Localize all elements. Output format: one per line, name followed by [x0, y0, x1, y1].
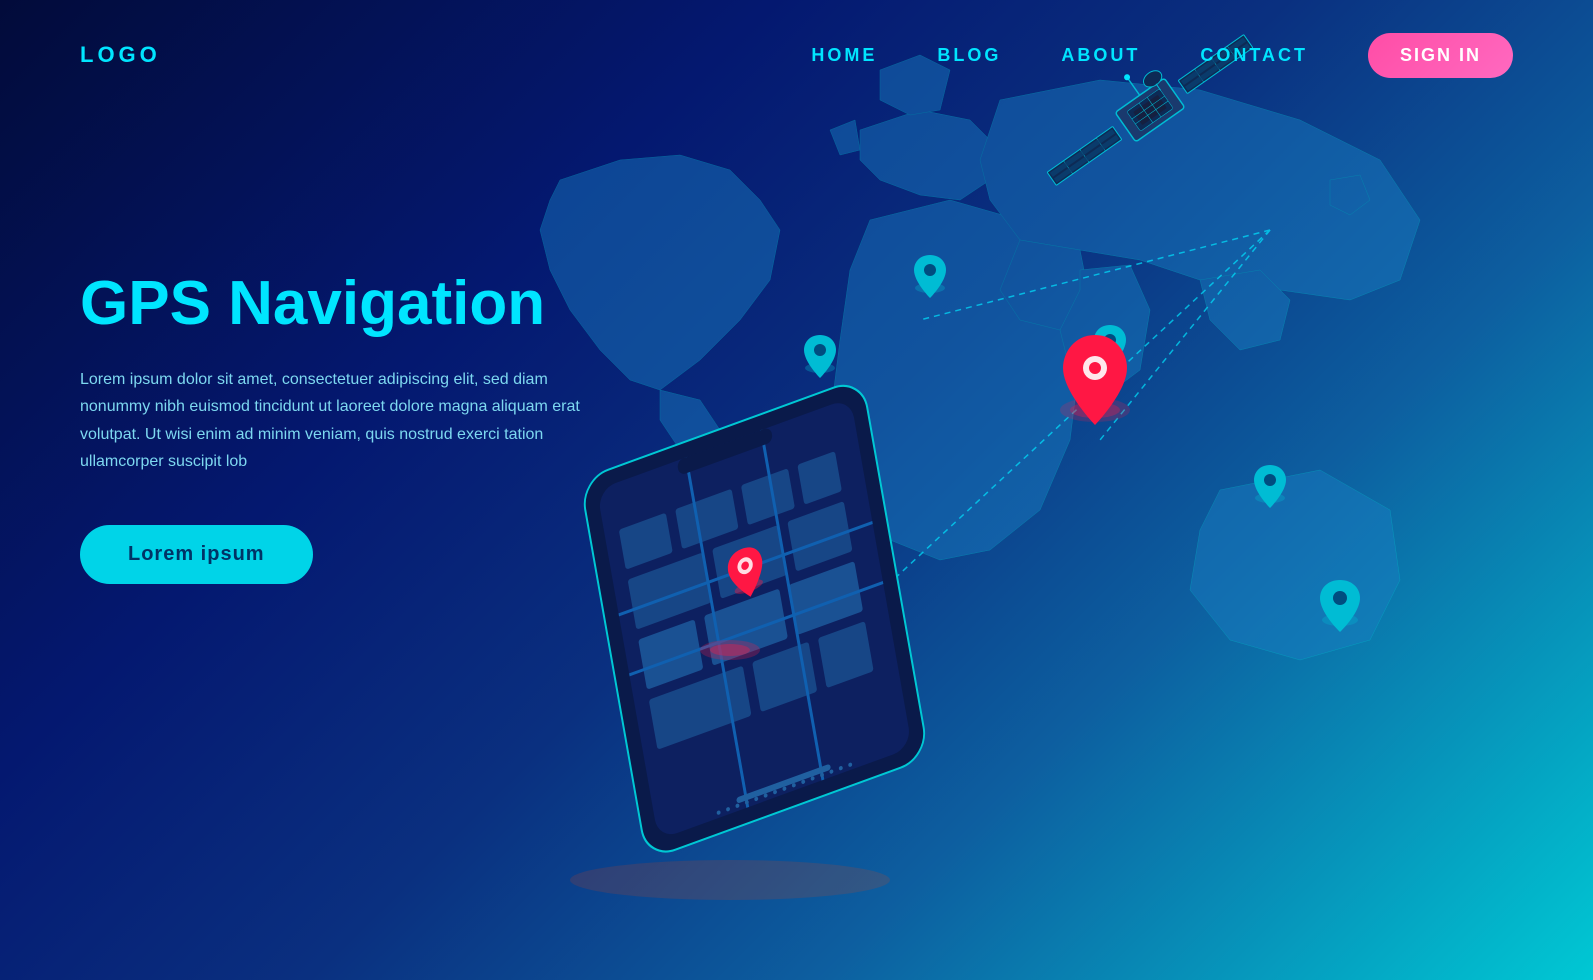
- pin-seasia: [1254, 465, 1286, 508]
- logo[interactable]: LOGO: [80, 42, 161, 68]
- hero-title: GPS Navigation: [80, 270, 580, 338]
- hero-section: GPS Navigation Lorem ipsum dolor sit ame…: [80, 270, 580, 584]
- pin-india: [1094, 325, 1126, 368]
- navigation: LOGO HOME BLOG ABOUT CONTACT SIGN IN: [0, 0, 1593, 110]
- nav-blog[interactable]: BLOG: [937, 45, 1001, 66]
- nav-about[interactable]: ABOUT: [1061, 45, 1140, 66]
- phone-pin-glow: [700, 640, 760, 660]
- nav-links: HOME BLOG ABOUT CONTACT SIGN IN: [811, 33, 1513, 78]
- pin-australia: [1320, 580, 1360, 632]
- cta-button[interactable]: Lorem ipsum: [80, 525, 313, 584]
- signin-button[interactable]: SIGN IN: [1368, 33, 1513, 78]
- smartphone-isometric: [570, 377, 929, 900]
- pin-red-large: [1060, 335, 1130, 425]
- pin-europe: [914, 255, 946, 298]
- pin-atlantic: [804, 335, 836, 378]
- signal-lines: [850, 230, 1270, 620]
- world-map: [540, 55, 1420, 720]
- nav-contact[interactable]: CONTACT: [1200, 45, 1308, 66]
- nav-home[interactable]: HOME: [811, 45, 877, 66]
- hero-description: Lorem ipsum dolor sit amet, consectetuer…: [80, 366, 580, 475]
